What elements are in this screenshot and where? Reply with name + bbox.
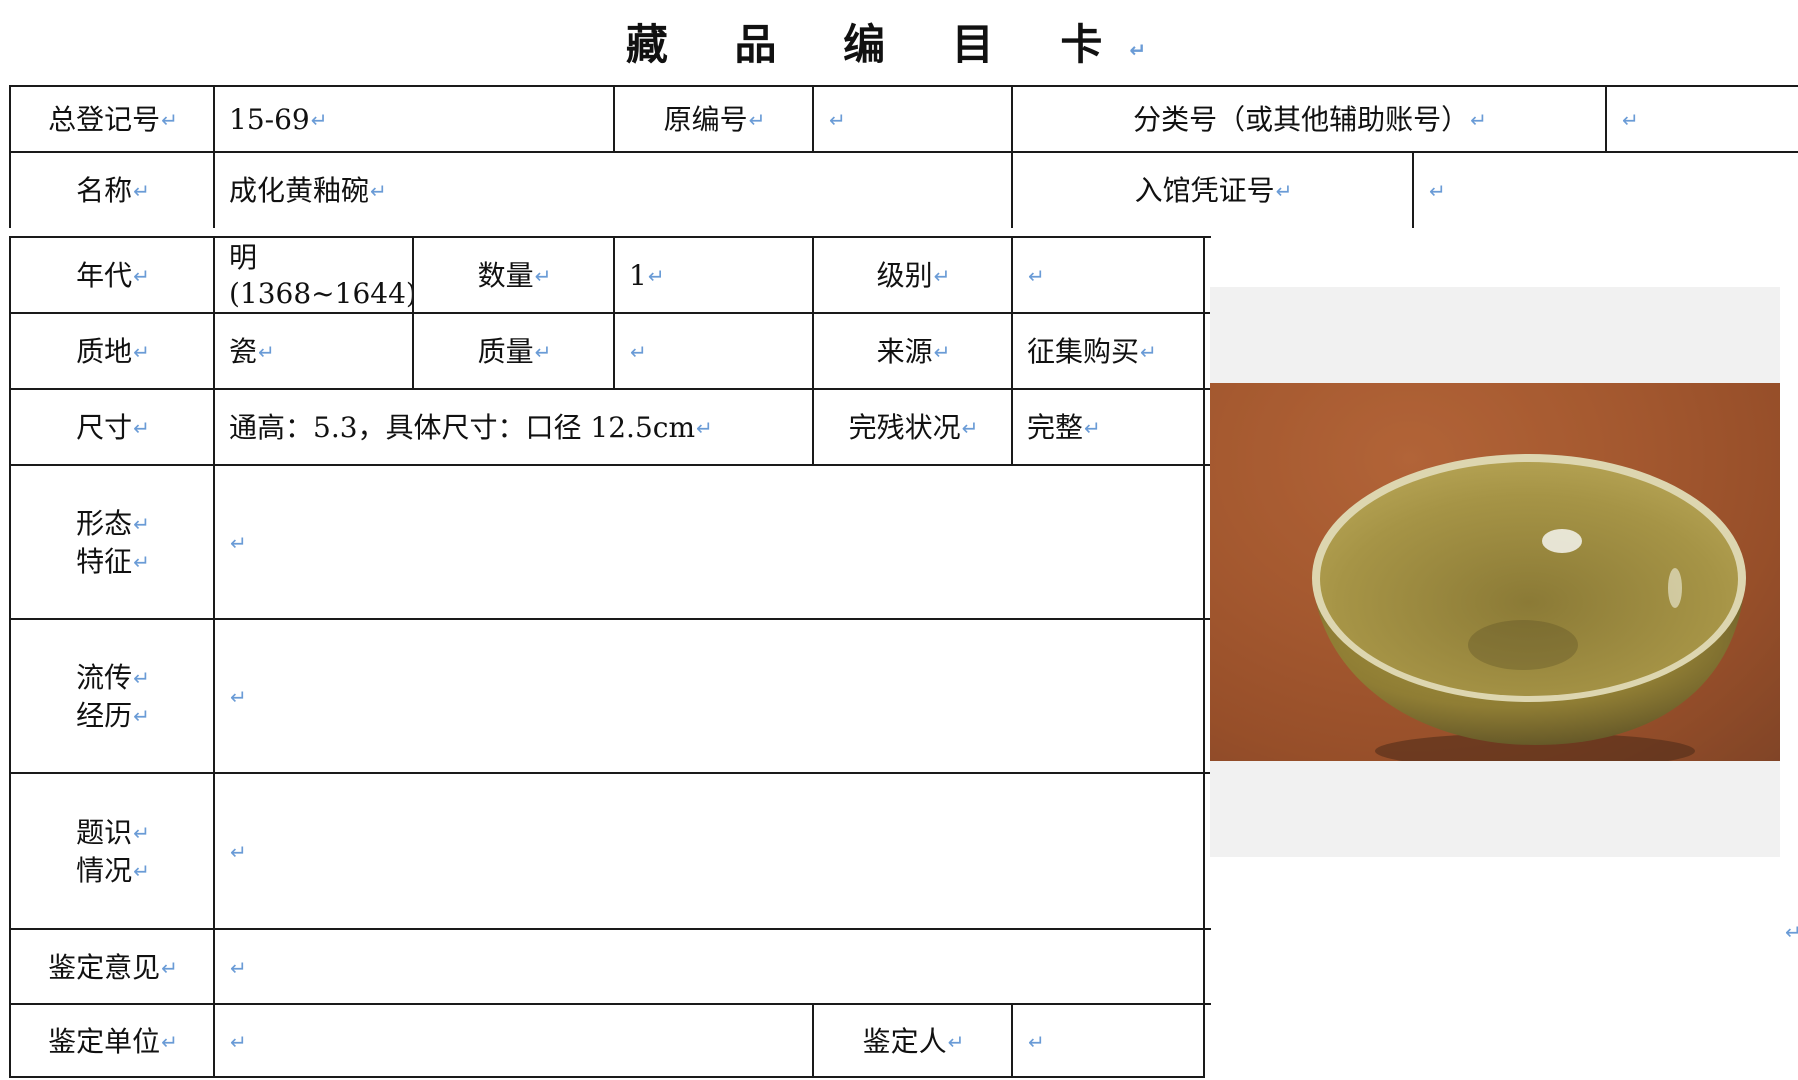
paragraph-mark: ↵: [133, 859, 150, 883]
paragraph-mark: ↵: [647, 264, 665, 288]
paragraph-mark: ↵: [133, 264, 150, 288]
paragraph-mark: ↵: [1429, 178, 1446, 203]
paragraph-mark: ↵: [310, 108, 328, 132]
entry-voucher-value[interactable]: ↵: [1412, 151, 1798, 228]
original-no-label: 原编号 ↵: [613, 85, 814, 153]
yellow-glazed-bowl-photo-icon: [1210, 383, 1780, 761]
total-reg-no-value[interactable]: 15-69 ↵: [213, 85, 615, 153]
bowl-photo: [1210, 383, 1780, 761]
page-title: 藏 品 编 目 卡↵: [625, 20, 1173, 69]
paragraph-mark: ↵: [933, 264, 951, 288]
source-value[interactable]: 征集购买 ↵: [1011, 312, 1211, 390]
paragraph-mark: ↵: [1470, 108, 1487, 132]
quantity-label: 数量 ↵: [412, 236, 615, 314]
paragraph-mark: ↵: [1028, 1029, 1045, 1054]
material-value[interactable]: 瓷 ↵: [213, 312, 414, 390]
appraisal-unit-label: 鉴定单位 ↵: [9, 1003, 215, 1078]
paragraph-mark: ↵: [1622, 108, 1639, 132]
appraiser-value[interactable]: ↵: [1011, 1003, 1211, 1078]
form-label: 形态↵ 特征↵: [9, 464, 215, 620]
paragraph-mark: ↵: [133, 340, 150, 364]
paragraph-mark: ↵: [133, 821, 150, 845]
grade-label: 级别 ↵: [812, 236, 1013, 314]
paragraph-mark: ↵: [534, 264, 552, 288]
paragraph-mark: ↵: [630, 340, 647, 364]
paragraph-mark: ↵: [230, 685, 247, 709]
paragraph-mark: ↵: [161, 1029, 178, 1054]
paragraph-mark: ↵: [534, 340, 552, 364]
glaze-highlight: [1542, 529, 1582, 553]
paragraph-mark: ↵: [133, 178, 150, 203]
paragraph-mark: ↵: [829, 108, 846, 132]
form-value[interactable]: ↵: [213, 464, 1211, 620]
paragraph-mark: ↵: [1275, 178, 1293, 203]
paragraph-mark: ↵: [1084, 416, 1101, 440]
condition-value[interactable]: 完整 ↵: [1011, 388, 1211, 466]
total-reg-no-label: 总登记号 ↵: [9, 85, 215, 153]
paragraph-mark: ↵: [1129, 38, 1173, 62]
paragraph-mark: ↵: [133, 666, 150, 690]
paragraph-mark: ↵: [230, 531, 247, 555]
era-value[interactable]: 明(1368~1644)↵: [213, 236, 414, 314]
paragraph-mark: ↵: [696, 416, 713, 440]
paragraph-mark: ↵: [933, 340, 951, 364]
grade-value[interactable]: ↵: [1011, 236, 1211, 314]
paragraph-mark: ↵: [370, 178, 387, 203]
paragraph-mark: ↵: [161, 955, 178, 980]
class-no-label: 分类号（或其他辅助账号） ↵: [1011, 85, 1607, 153]
paragraph-mark: ↵: [230, 1029, 247, 1054]
weight-label: 质量 ↵: [412, 312, 615, 390]
paragraph-mark: ↵: [133, 512, 150, 536]
era-label: 年代 ↵: [9, 236, 215, 314]
paragraph-mark: ↵: [133, 704, 150, 728]
card-top-border-end: [1785, 85, 1798, 87]
paragraph-mark: ↵: [133, 550, 150, 574]
glaze-reflection: [1668, 568, 1682, 608]
appraisal-opinion-label: 鉴定意见 ↵: [9, 928, 215, 1005]
bowl-well-shade: [1468, 620, 1578, 670]
provenance-label: 流传↵ 经历↵: [9, 618, 215, 774]
paragraph-mark: ↵: [258, 340, 275, 364]
appraisal-unit-value[interactable]: ↵: [213, 1003, 814, 1078]
weight-value[interactable]: ↵: [613, 312, 814, 390]
inscription-value[interactable]: ↵: [213, 772, 1211, 930]
entry-voucher-label: 入馆凭证号 ↵: [1011, 151, 1414, 228]
paragraph-mark: ↵: [230, 840, 247, 864]
inscription-label: 题识↵ 情况↵: [9, 772, 215, 930]
condition-label: 完残状况 ↵: [812, 388, 1013, 466]
paragraph-mark: ↵: [161, 108, 178, 132]
photo-frame: [1210, 287, 1780, 857]
paragraph-mark: ↵: [230, 955, 247, 980]
provenance-value[interactable]: ↵: [213, 618, 1211, 774]
class-no-value[interactable]: ↵: [1605, 85, 1798, 153]
name-value[interactable]: 成化黄釉碗 ↵: [213, 151, 1013, 228]
size-label: 尺寸 ↵: [9, 388, 215, 466]
card-bottom-border: [9, 1076, 1205, 1078]
card-right-border: [1203, 236, 1205, 1078]
paragraph-mark: ↵: [748, 108, 766, 132]
paragraph-mark: ↵: [1140, 340, 1157, 364]
name-label: 名称 ↵: [9, 151, 215, 228]
original-no-value[interactable]: ↵: [812, 85, 1013, 153]
paragraph-mark: ↵: [1028, 264, 1045, 288]
corner-paragraph-mark: ↵: [1785, 920, 1798, 944]
paragraph-mark: ↵: [947, 1029, 965, 1054]
appraiser-label: 鉴定人 ↵: [812, 1003, 1013, 1078]
size-value[interactable]: 通高：5.3，具体尺寸：口径 12.5cm ↵: [213, 388, 814, 466]
paragraph-mark: ↵: [961, 416, 979, 440]
paragraph-mark: ↵: [133, 416, 150, 440]
quantity-value[interactable]: 1 ↵: [613, 236, 814, 314]
appraisal-opinion-value[interactable]: ↵: [213, 928, 1211, 1005]
source-label: 来源 ↵: [812, 312, 1013, 390]
material-label: 质地 ↵: [9, 312, 215, 390]
